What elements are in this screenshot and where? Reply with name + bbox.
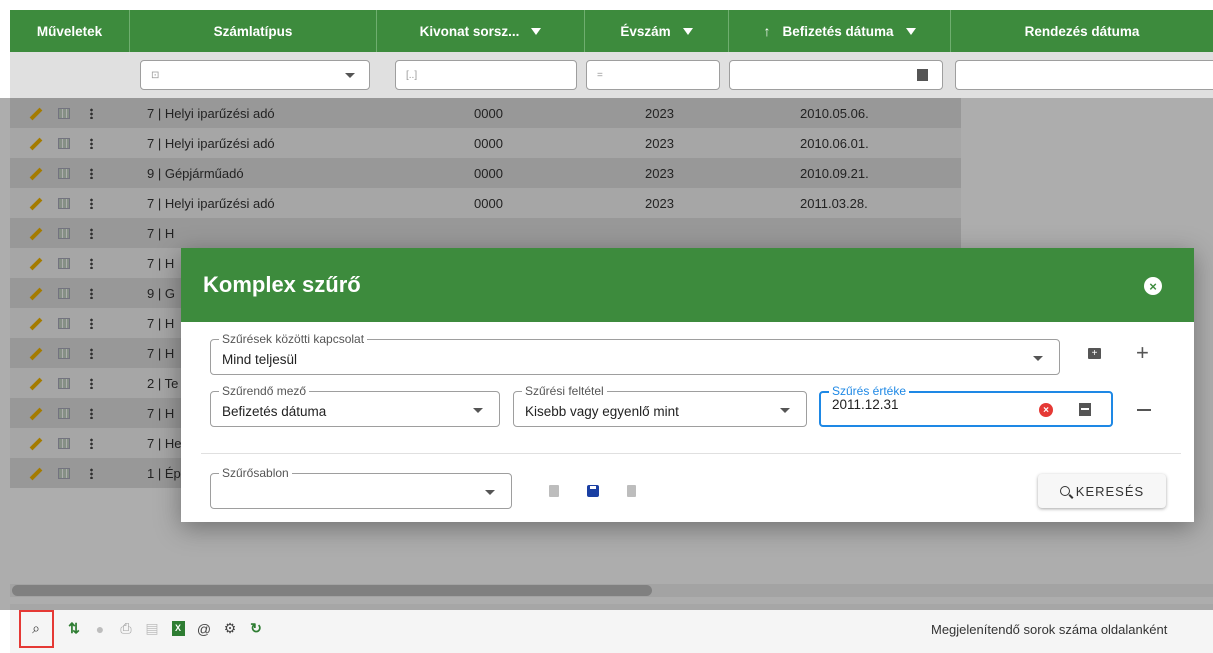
header-rendezes-label: Rendezés dátuma: [1024, 23, 1140, 39]
refresh-icon[interactable]: ⇅: [64, 619, 84, 639]
page-size-label: Megjelenítendő sorok száma oldalanként: [931, 622, 1168, 637]
add-condition-button[interactable]: +: [1136, 342, 1149, 364]
field-label: Szűrendő mező: [219, 384, 310, 398]
remove-condition-icon[interactable]: [1137, 409, 1151, 411]
value-input[interactable]: Szűrés értéke 2011.12.31 ×: [819, 384, 1113, 427]
filter-funnel-icon[interactable]: [905, 27, 916, 35]
template-select[interactable]: Szűrősablon: [210, 466, 512, 509]
dialog-divider: [201, 453, 1181, 454]
document-icon[interactable]: ▤: [142, 619, 162, 639]
template-label: Szűrősablon: [219, 466, 292, 480]
delete-template-icon[interactable]: [627, 485, 636, 497]
refresh-glyph: ⇅: [68, 620, 80, 636]
kivonat-filter-input[interactable]: [..]: [395, 60, 577, 90]
search-button-label: KERESÉS: [1075, 483, 1145, 499]
folder-plus-glyph: +: [1091, 348, 1098, 359]
add-group-button[interactable]: +: [1088, 348, 1101, 359]
value-text: 2011.12.31: [832, 397, 899, 412]
reload-icon[interactable]: ↻: [246, 619, 266, 639]
evszam-filter-glyph: =: [597, 69, 603, 81]
chevron-down-icon: [780, 408, 790, 413]
condition-select[interactable]: Szűrési feltétel Kisebb vagy egyenlő min…: [513, 384, 807, 427]
complex-filter-dialog: Komplex szűrő × Szűrések közötti kapcsol…: [181, 248, 1194, 522]
relation-select[interactable]: Szűrések közötti kapcsolat Mind teljesül: [210, 332, 1060, 375]
grid-header: Műveletek Számlatípus Kivonat sorsz... É…: [10, 10, 1213, 52]
email-icon[interactable]: @: [194, 619, 214, 639]
value-label: Szűrés értéke: [829, 384, 910, 398]
folder-plus-icon: +: [1088, 348, 1101, 359]
filter-funnel-icon[interactable]: [531, 27, 542, 35]
search-button[interactable]: KERESÉS: [1038, 474, 1166, 508]
settings-icon[interactable]: ⚙: [220, 619, 240, 639]
dialog-title: Komplex szűrő: [203, 272, 361, 297]
add-glyph: ●: [95, 620, 105, 637]
rendezes-filter-input[interactable]: [955, 60, 1213, 90]
condition-value: Kisebb vagy egyenlő mint: [525, 404, 679, 419]
type-filter-select[interactable]: ⊡: [140, 60, 370, 90]
document-glyph: ▤: [145, 620, 159, 636]
template-tools: [549, 485, 636, 497]
data-grid: Műveletek Számlatípus Kivonat sorsz... É…: [0, 0, 1213, 653]
add-circle-icon[interactable]: ●: [90, 619, 110, 639]
befizetes-filter-input[interactable]: [729, 60, 943, 90]
relation-label: Szűrések közötti kapcsolat: [219, 332, 368, 346]
header-ops: Műveletek: [10, 10, 130, 52]
header-type-label: Számlatípus: [213, 23, 293, 39]
dialog-header: Komplex szűrő ×: [181, 248, 1194, 322]
search-icon: [1059, 486, 1070, 496]
close-icon[interactable]: ×: [1144, 277, 1162, 295]
plus-icon: +: [1136, 340, 1149, 365]
save-template-icon[interactable]: [587, 485, 599, 497]
filter-funnel-icon[interactable]: [682, 27, 693, 35]
condition-label: Szűrési feltétel: [522, 384, 607, 398]
close-glyph: ×: [1149, 278, 1157, 294]
reload-glyph: ↻: [250, 620, 262, 636]
chevron-down-icon: [345, 73, 355, 78]
header-evszam-label: Évszám: [620, 23, 671, 39]
clear-icon[interactable]: ×: [1039, 403, 1053, 417]
print-icon[interactable]: ⎙: [116, 619, 136, 639]
field-select[interactable]: Szűrendő mező Befizetés dátuma: [210, 384, 500, 427]
clear-glyph: ×: [1043, 404, 1049, 416]
email-glyph: @: [196, 620, 212, 637]
header-rendezes[interactable]: Rendezés dátuma: [951, 10, 1213, 52]
type-filter-glyph: ⊡: [151, 69, 160, 81]
excel-glyph: X: [171, 621, 185, 636]
print-glyph: ⎙: [120, 620, 132, 636]
header-befizetes-label: Befizetés dátuma: [782, 23, 894, 39]
evszam-filter-input[interactable]: =: [586, 60, 720, 90]
chevron-down-icon: [485, 490, 495, 495]
field-value: Befizetés dátuma: [222, 404, 327, 419]
relation-value: Mind teljesül: [222, 352, 298, 367]
header-befizetes[interactable]: ↑ Befizetés dátuma: [729, 10, 951, 52]
excel-icon[interactable]: X: [168, 619, 188, 639]
header-evszam[interactable]: Évszám: [585, 10, 729, 52]
chevron-down-icon: [1033, 356, 1043, 361]
header-kivonat[interactable]: Kivonat sorsz...: [377, 10, 585, 52]
calendar-icon[interactable]: [917, 69, 928, 81]
chevron-down-icon: [473, 408, 483, 413]
search-highlight-box: [19, 610, 54, 648]
new-template-icon[interactable]: [549, 485, 559, 497]
calendar-icon[interactable]: [1079, 403, 1091, 416]
settings-glyph: ⚙: [223, 620, 237, 636]
kivonat-filter-glyph: [..]: [406, 69, 418, 81]
header-kivonat-label: Kivonat sorsz...: [419, 23, 520, 39]
sort-arrow-up-icon[interactable]: ↑: [763, 23, 770, 39]
header-ops-label: Műveletek: [36, 23, 103, 39]
header-type[interactable]: Számlatípus: [130, 10, 377, 52]
